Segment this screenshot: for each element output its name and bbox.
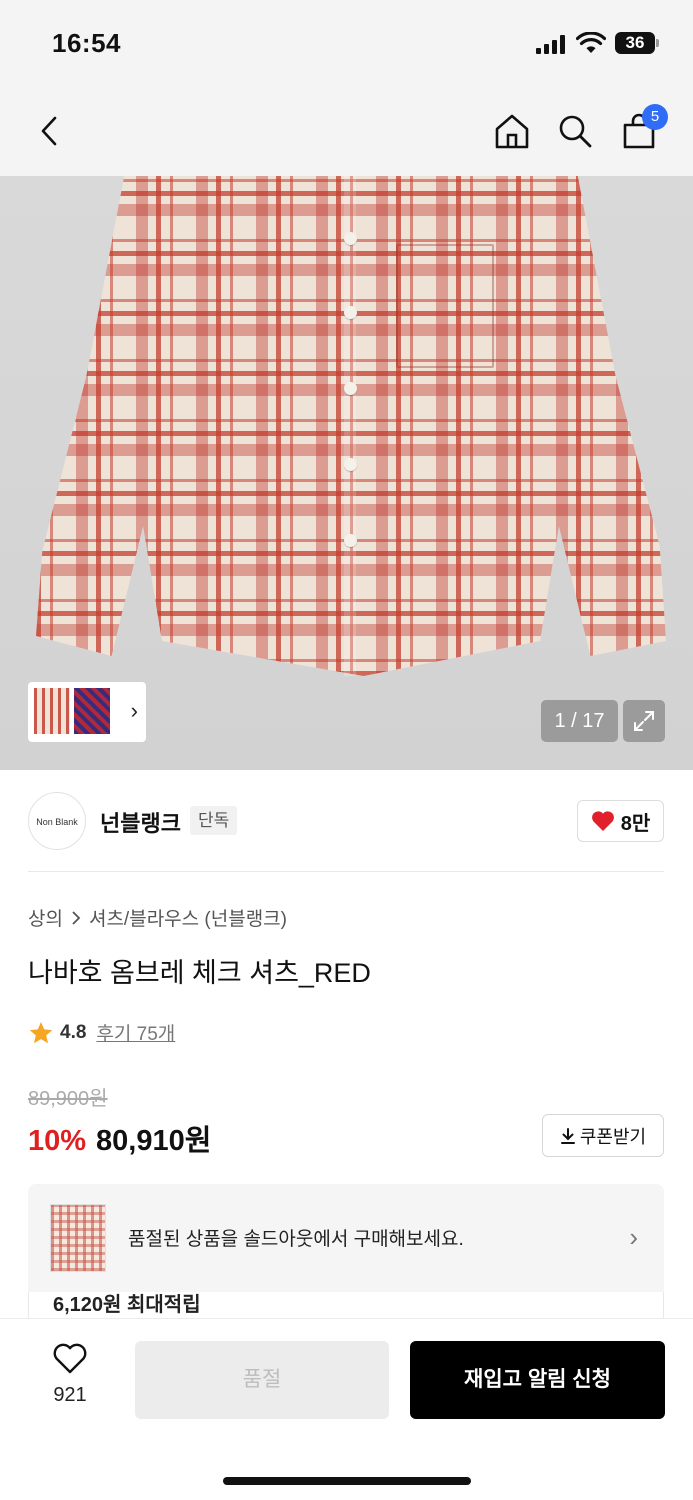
- rating-row: 4.8 후기 75개: [28, 1019, 175, 1046]
- max-points-text: 6,120원 최대적립: [53, 1294, 201, 1316]
- status-bar: 16:54 36: [0, 0, 693, 88]
- final-price: 80,910원: [96, 1125, 212, 1157]
- expand-button[interactable]: [623, 700, 665, 742]
- cart-count-badge: 5: [642, 104, 668, 130]
- image-page-indicator: 1 / 17: [541, 700, 618, 742]
- divider: [28, 871, 664, 872]
- status-time: 16:54: [52, 28, 121, 58]
- restock-alert-button[interactable]: 재입고 알림 신청: [410, 1341, 665, 1419]
- bottom-action-bar: 921 품절 재입고 알림 신청: [0, 1318, 693, 1500]
- chevron-right-icon: ›: [629, 1222, 638, 1252]
- breadcrumb-category[interactable]: 상의: [28, 904, 63, 931]
- star-icon: [29, 1021, 53, 1043]
- battery-icon: 36: [615, 32, 659, 54]
- home-icon: [495, 114, 529, 149]
- battery-level: 36: [615, 32, 655, 54]
- top-nav: 5: [0, 88, 693, 176]
- coupon-download-button[interactable]: 쿠폰받기: [542, 1114, 664, 1157]
- heart-filled-icon: [591, 811, 614, 831]
- brand-logo[interactable]: Non Blank: [28, 792, 86, 850]
- thumbnail-navy[interactable]: [74, 688, 110, 734]
- search-icon: [559, 115, 592, 148]
- wifi-icon: [575, 31, 607, 54]
- wishlist-count: 921: [53, 1384, 87, 1406]
- discount-rate: 10%: [28, 1125, 87, 1157]
- download-icon: [560, 1127, 575, 1144]
- back-button[interactable]: [26, 108, 72, 154]
- review-count-link[interactable]: 후기 75개: [96, 1019, 175, 1046]
- original-price: 89,900원: [28, 1088, 108, 1110]
- thumbnail-red[interactable]: [34, 688, 70, 734]
- soldout-button: 품절: [135, 1341, 389, 1419]
- product-image-gallery[interactable]: › 1 / 17: [0, 176, 693, 770]
- home-indicator: [223, 1477, 471, 1485]
- coupon-label: 쿠폰받기: [579, 1126, 647, 1147]
- exclusive-tag: 단독: [190, 806, 238, 835]
- brand-name[interactable]: 넌블랭크: [100, 806, 181, 838]
- cart-button[interactable]: 5: [616, 104, 668, 154]
- soldout-banner-text: 품절된 상품을 솔드아웃에서 구매해보세요.: [128, 1229, 464, 1250]
- price-row: 10% 80,910원: [28, 1117, 211, 1159]
- expand-icon: [634, 711, 654, 731]
- home-button[interactable]: [489, 108, 535, 154]
- search-button[interactable]: [552, 108, 598, 154]
- points-info: 6,120원 최대적립: [28, 1292, 664, 1320]
- cellular-signal-icon: [536, 34, 566, 54]
- rating-value: 4.8: [60, 1021, 87, 1043]
- thumbnail-strip[interactable]: ›: [28, 682, 146, 742]
- brand-like-button[interactable]: 8만: [577, 800, 664, 842]
- brand-row: Non Blank 넌블랭크 단독 8만: [28, 792, 664, 850]
- breadcrumb-subcategory[interactable]: 셔츠/블라우스 (넌블랭크): [89, 904, 287, 931]
- back-icon: [41, 116, 57, 146]
- brand-like-count: 8만: [620, 812, 651, 835]
- chevron-right-icon: ›: [130, 698, 138, 723]
- chevron-right-icon: [72, 910, 81, 925]
- wishlist-button[interactable]: 921: [40, 1343, 100, 1413]
- soldout-promo-banner[interactable]: 품절된 상품을 솔드아웃에서 구매해보세요. ›: [28, 1184, 664, 1292]
- product-image: [36, 176, 666, 736]
- heart-outline-icon: [53, 1343, 87, 1374]
- product-title: 나바호 옴브레 체크 셔츠_RED: [28, 958, 371, 988]
- soldout-product-thumbnail: [50, 1204, 106, 1272]
- breadcrumb: 상의 셔츠/블라우스 (넌블랭크): [28, 904, 287, 931]
